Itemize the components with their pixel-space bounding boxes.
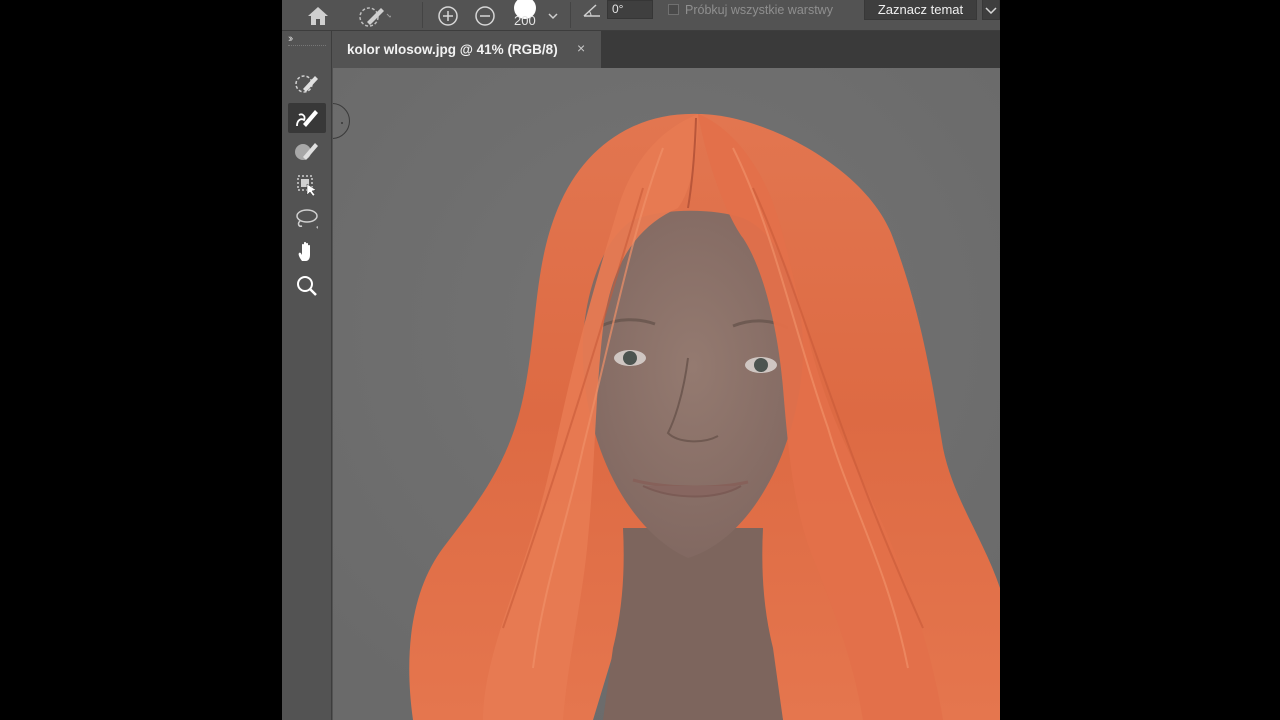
- select-subject-dropdown[interactable]: [982, 0, 1000, 20]
- object-select-arrow-tool[interactable]: [288, 170, 326, 200]
- document-canvas[interactable]: [333, 68, 1000, 720]
- tools-panel: ››: [282, 31, 332, 720]
- brush-cursor-center: [341, 122, 343, 124]
- close-icon[interactable]: ×: [577, 40, 585, 56]
- photoshop-window: 200 0° Próbkuj wszystkie warstwy Zaznacz…: [282, 0, 1000, 720]
- chevron-down-icon: [985, 6, 997, 14]
- document-tab-bar: kolor wlosow.jpg @ 41% (RGB/8) ×: [333, 31, 1000, 68]
- hand-tool[interactable]: [288, 237, 326, 267]
- magic-brush-tool[interactable]: [288, 136, 326, 166]
- document-tab-title: kolor wlosow.jpg @ 41% (RGB/8): [347, 42, 558, 57]
- zoom-tool[interactable]: [288, 271, 326, 301]
- options-bar: 200 0° Próbkuj wszystkie warstwy Zaznacz…: [282, 0, 1000, 31]
- angle-input[interactable]: 0°: [607, 0, 653, 19]
- checkbox-box[interactable]: [668, 4, 679, 15]
- select-subject-button[interactable]: Zaznacz temat: [864, 0, 977, 20]
- lasso-icon: [296, 209, 318, 229]
- collapse-panel-icon[interactable]: ››: [288, 33, 294, 45]
- chevron-down-icon[interactable]: [546, 0, 560, 31]
- subtract-selection-icon[interactable]: [471, 0, 499, 31]
- portrait-photo: [333, 68, 1000, 720]
- object-select-arrow-icon: [297, 175, 317, 197]
- zoom-icon: [297, 276, 317, 296]
- lasso-tool[interactable]: [288, 204, 326, 234]
- brush-size-value: 200: [514, 13, 536, 28]
- hand-icon: [298, 241, 310, 261]
- magic-wand-brush-icon: [295, 143, 318, 160]
- quick-selection-tool[interactable]: [288, 103, 326, 133]
- object-selection-icon: [295, 75, 318, 93]
- tool-preset-picker[interactable]: [352, 0, 396, 31]
- home-icon[interactable]: [304, 0, 332, 31]
- object-selection-tool[interactable]: [288, 68, 326, 98]
- quick-selection-icon: [296, 110, 318, 127]
- angle-icon: [580, 0, 604, 25]
- document-tab[interactable]: kolor wlosow.jpg @ 41% (RGB/8) ×: [333, 31, 601, 68]
- panel-grip[interactable]: [288, 45, 326, 48]
- sample-all-layers-label: Próbkuj wszystkie warstwy: [685, 2, 833, 17]
- sample-all-layers-checkbox[interactable]: Próbkuj wszystkie warstwy: [668, 0, 833, 19]
- add-selection-icon[interactable]: [434, 0, 462, 31]
